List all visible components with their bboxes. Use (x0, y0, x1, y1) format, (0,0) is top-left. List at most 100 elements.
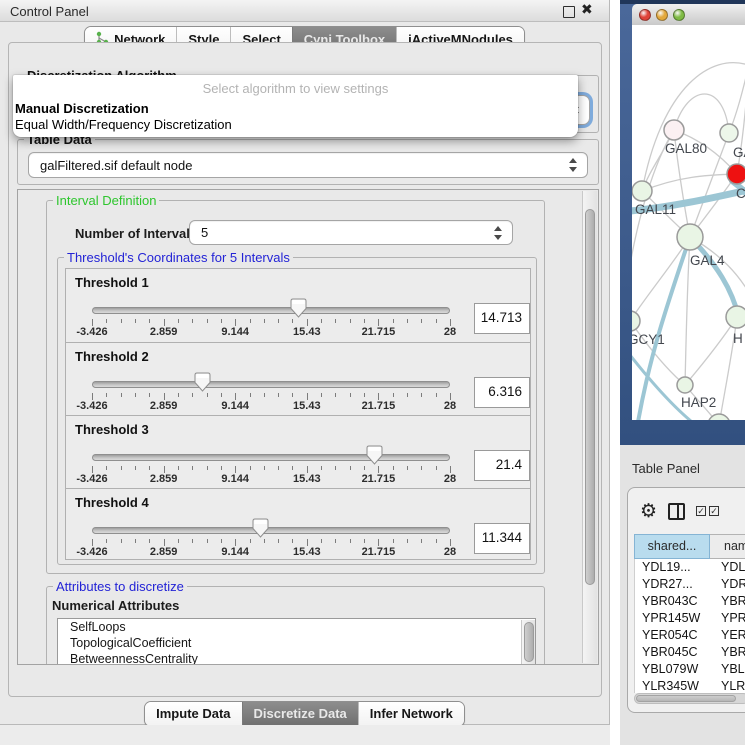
column-header-shared-name[interactable]: shared... (634, 534, 710, 559)
table-row[interactable]: YBL079WYBL0 (635, 661, 745, 678)
num-intervals-select[interactable]: 5 (189, 220, 513, 245)
slider-thumb[interactable] (194, 372, 211, 397)
threshold-value-field[interactable]: 11.344 (474, 523, 530, 554)
float-window-icon[interactable] (563, 6, 575, 18)
close-window-icon[interactable]: ✖ (581, 1, 593, 18)
tab-infer-network[interactable]: Infer Network (358, 702, 464, 726)
scrollbar-thumb[interactable] (585, 209, 595, 585)
network-edge[interactable] (642, 174, 737, 191)
zoom-traffic-light[interactable] (673, 9, 685, 21)
tab-impute-data[interactable]: Impute Data (145, 702, 241, 726)
tab-discretize-data[interactable]: Discretize Data (242, 702, 358, 726)
popup-item-manual-discretization[interactable]: Manual Discretization (13, 101, 578, 117)
scrollbar-thumb[interactable] (636, 695, 736, 702)
minimize-traffic-light[interactable] (656, 9, 668, 21)
network-node[interactable] (632, 311, 640, 331)
slider-tick-label: 15.43 (293, 473, 321, 485)
slider-tick (164, 539, 165, 546)
network-node[interactable] (677, 224, 703, 250)
network-node[interactable] (664, 120, 684, 140)
slider-tick (335, 393, 336, 397)
table-data-select[interactable]: galFiltered.sif default node (28, 152, 588, 178)
column-header-name[interactable]: name (710, 534, 745, 559)
threshold-label: Threshold 3 (75, 422, 149, 437)
popup-item-equal-width-frequency[interactable]: Equal Width/Frequency Discretization (13, 117, 578, 133)
threshold-row: Threshold 3-3.4262.8599.14415.4321.71528… (66, 415, 530, 488)
column-browser-icon[interactable] (668, 503, 685, 520)
slider-tick (264, 466, 265, 470)
numerical-attributes-list[interactable]: SelfLoopsTopologicalCoefficientBetweenne… (57, 618, 536, 665)
slider-tick-label: 15.43 (293, 326, 321, 338)
slider-tick (450, 466, 451, 473)
select-all-checkbox-icon[interactable]: ✓ (696, 506, 706, 516)
table-row[interactable]: YLR345WYLR3 (635, 678, 745, 693)
slider-track[interactable] (92, 381, 450, 388)
network-edge-thick[interactable] (690, 237, 739, 318)
slider-tick (407, 539, 408, 543)
slider-tick-label: 9.144 (221, 546, 249, 558)
slider-tick (250, 539, 251, 543)
settings-gear-icon[interactable]: ⚙ (640, 502, 657, 521)
network-window-titlebar[interactable] (632, 4, 745, 26)
slider-tick (350, 539, 351, 543)
threshold-value-field[interactable]: 6.316 (474, 377, 530, 408)
threshold-value-field[interactable]: 14.713 (474, 303, 530, 334)
network-edge[interactable] (632, 237, 690, 321)
network-canvas[interactable]: GAL80GACGAL11GAL4GCY1HHAP2 (632, 25, 745, 420)
attribute-list-item[interactable]: BetweennessCentrality (58, 651, 535, 665)
slider-thumb[interactable] (366, 445, 383, 470)
slider-thumb[interactable] (252, 518, 269, 543)
network-edge[interactable] (685, 317, 737, 385)
slider-thumb[interactable] (290, 298, 307, 323)
bottom-tab-group: Impute Data Discretize Data Infer Networ… (144, 701, 465, 727)
slider-track[interactable] (92, 454, 450, 461)
tab-label: Infer Network (370, 706, 453, 721)
threshold-value-field[interactable]: 21.4 (474, 450, 530, 481)
slider-tick (164, 319, 165, 326)
slider-track[interactable] (92, 307, 450, 314)
network-node[interactable] (726, 306, 745, 328)
network-node-label: GCY1 (632, 332, 665, 347)
table-row[interactable]: YER054CYER0 (635, 627, 745, 644)
slider-tick (436, 319, 437, 323)
scrollbar-thumb[interactable] (524, 622, 534, 662)
close-traffic-light[interactable] (639, 9, 651, 21)
slider-tick (307, 539, 308, 546)
table-hscrollbar[interactable] (634, 693, 745, 704)
slider-tick (135, 466, 136, 470)
slider-track[interactable] (92, 527, 450, 534)
slider-tick (393, 466, 394, 470)
slider-tick (364, 393, 365, 397)
slider-tick-label: 21.715 (362, 326, 396, 338)
slider-tick (350, 319, 351, 323)
slider-tick-label: 28 (444, 326, 456, 338)
table-row[interactable]: YDL19...YDL1 (635, 559, 745, 576)
slider-tick (149, 466, 150, 470)
slider-tick-label: 2.859 (150, 326, 178, 338)
threshold-row: Threshold 4-3.4262.8599.14415.4321.71528… (66, 488, 530, 561)
table-row[interactable]: YBR043CYBR0 (635, 593, 745, 610)
slider-tick-label: 9.144 (221, 400, 249, 412)
table-row[interactable]: YDR27...YDR2 (635, 576, 745, 593)
network-node[interactable] (632, 181, 652, 201)
slider-tick (164, 393, 165, 400)
slider-tick-label: 28 (444, 546, 456, 558)
settings-scrollbar[interactable] (582, 191, 597, 663)
slider-tick (335, 466, 336, 470)
table-cell-shared-name: YBR045C (635, 644, 712, 661)
settings-scrollpane: Interval Definition Number of Intervals … (17, 189, 599, 665)
table-row[interactable]: YPR145WYPR1 (635, 610, 745, 627)
attribute-list-item[interactable]: TopologicalCoefficient (58, 635, 535, 651)
slider-tick (264, 393, 265, 397)
network-node[interactable] (677, 377, 693, 393)
slider-tick (421, 393, 422, 397)
network-node[interactable] (727, 164, 745, 184)
num-intervals-value: 5 (190, 225, 512, 240)
select-none-checkbox-icon[interactable]: ✓ (709, 506, 719, 516)
attribute-list-item[interactable]: SelfLoops (58, 619, 535, 635)
attributes-list-scrollbar[interactable] (521, 620, 535, 665)
network-node[interactable] (720, 124, 738, 142)
slider-tick-label: 2.859 (150, 473, 178, 485)
table-row[interactable]: YBR045CYBR0 (635, 644, 745, 661)
control-panel-titlebar[interactable]: Control Panel ✖ (0, 0, 609, 22)
